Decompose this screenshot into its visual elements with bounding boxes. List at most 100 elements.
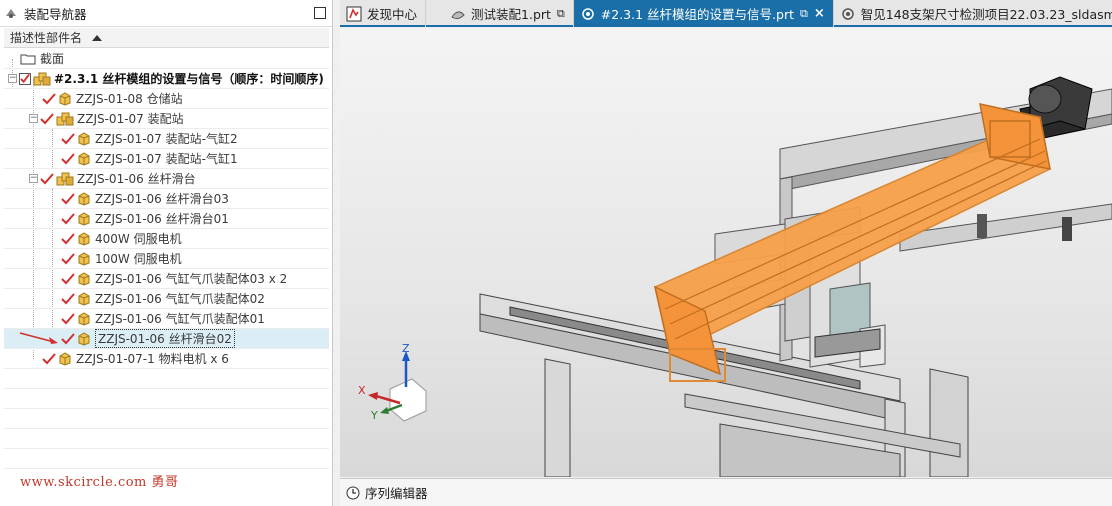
collapse-toggle[interactable]: − — [29, 114, 38, 123]
visibility-checkbox[interactable] — [19, 72, 31, 85]
part-icon — [77, 311, 91, 326]
tree-row-label: ZZJS-01-06 丝杆滑台01 — [95, 212, 229, 226]
sequence-editor-bar[interactable]: 序列编辑器 — [340, 478, 1112, 506]
tree-row-label: 400W 伺服电机 — [95, 232, 182, 246]
tree-row-label: ZZJS-01-07 装配站-气缸1 — [95, 152, 238, 166]
part-icon — [77, 291, 91, 306]
collapse-toggle[interactable]: − — [8, 74, 17, 83]
popout-icon[interactable]: ⧉ — [800, 7, 808, 21]
axis-label-y: Y — [371, 409, 378, 422]
tree-row-subassembly[interactable]: − ZZJS-01-06 丝杆滑台 — [4, 169, 329, 189]
part-file-icon — [450, 6, 466, 22]
tree-row-label: ZZJS-01-06 丝杆滑台02 — [95, 329, 235, 348]
tab-test-assembly[interactable]: 测试装配1.prt ⧉ — [426, 0, 574, 27]
tree-row-label: ZZJS-01-06 丝杆滑台03 — [95, 192, 229, 206]
tab-active-document[interactable]: #2.3.1 丝杆模组的设置与信号.prt ⧉ × — [573, 0, 834, 27]
tree-row-component[interactable]: ZZJS-01-07 装配站-气缸2 — [4, 129, 329, 149]
column-header-label: 描述性部件名 — [10, 31, 83, 45]
tab-label: 发现中心 — [367, 7, 418, 22]
empty-row — [4, 369, 329, 389]
check-icon[interactable] — [40, 172, 54, 186]
tree-row-component[interactable]: ZZJS-01-06 丝杆滑台01 — [4, 209, 329, 229]
check-icon[interactable] — [61, 332, 75, 346]
sort-ascending-icon — [92, 34, 103, 41]
tree-row-label: 100W 伺服电机 — [95, 252, 182, 266]
tree-row-label: ZZJS-01-06 丝杆滑台 — [77, 172, 196, 186]
empty-row — [4, 389, 329, 409]
check-icon[interactable] — [61, 252, 75, 266]
check-icon[interactable] — [61, 292, 75, 306]
assembly-icon — [33, 72, 51, 86]
tree-row-label: 截面 — [40, 52, 65, 66]
assembly-navigator-icon — [4, 6, 18, 20]
assembly-icon — [56, 112, 74, 126]
watermark-text: www.skcircle.com 勇哥 — [20, 475, 179, 490]
axis-label-x: X — [358, 384, 366, 397]
tree-row-component[interactable]: 400W 伺服电机 — [4, 229, 329, 249]
graphics-viewport[interactable]: Z X Y — [340, 29, 1112, 477]
folder-icon — [20, 53, 36, 65]
tab-discovery-center[interactable]: 发现中心 — [340, 0, 427, 27]
part-icon — [77, 271, 91, 286]
part-icon — [77, 131, 91, 146]
check-icon[interactable] — [61, 132, 75, 146]
3d-model-render — [368, 76, 1112, 477]
part-icon — [77, 151, 91, 166]
maximize-icon[interactable] — [314, 7, 326, 19]
assembly-file-icon — [840, 6, 856, 22]
part-icon — [77, 211, 91, 226]
tree-row-component[interactable]: ZZJS-01-08 仓储站 — [4, 89, 329, 109]
tree-row-section[interactable]: 截面 — [4, 49, 329, 69]
empty-row — [4, 449, 329, 469]
part-icon — [77, 231, 91, 246]
collapse-toggle[interactable]: − — [29, 174, 38, 183]
tree-row-label: ZZJS-01-07-1 物料电机 x 6 — [76, 352, 229, 366]
assembly-tree: 截面 − #2.3.1 丝杆模组的设置与信号（顺序：时间顺序) ZZJS-01-… — [4, 49, 329, 469]
check-icon[interactable] — [42, 352, 56, 366]
tree-row-label: ZZJS-01-06 气缸气爪装配体02 — [95, 292, 265, 306]
tree-row-component[interactable]: ZZJS-01-06 丝杆滑台03 — [4, 189, 329, 209]
navigator-title-bar: 装配导航器 — [0, 0, 332, 27]
red-pointer-arrow-icon — [19, 332, 58, 344]
tree-row-subassembly[interactable]: − ZZJS-01-07 装配站 — [4, 109, 329, 129]
part-icon — [77, 251, 91, 266]
tree-row-label: ZZJS-01-07 装配站-气缸2 — [95, 132, 238, 146]
check-icon[interactable] — [61, 152, 75, 166]
check-icon[interactable] — [61, 212, 75, 226]
tree-row-component[interactable]: ZZJS-01-07-1 物料电机 x 6 — [4, 349, 329, 369]
sequence-editor-label: 序列编辑器 — [365, 486, 428, 501]
tree-row-component[interactable]: ZZJS-01-06 气缸气爪装配体02 — [4, 289, 329, 309]
tree-row-label: ZZJS-01-06 气缸气爪装配体03 x 2 — [95, 272, 288, 286]
empty-row — [4, 429, 329, 449]
tab-label: 智见148支架尺寸检测项目22.03.23_sldasm.prt — [860, 7, 1112, 22]
assembly-navigator-panel: 装配导航器 描述性部件名 截面 − #2.3.1 丝杆模组的设置与信号（顺序：时… — [0, 0, 333, 506]
check-icon[interactable] — [42, 92, 56, 106]
discovery-center-icon — [346, 6, 362, 22]
tree-row-label: #2.3.1 丝杆模组的设置与信号（顺序：时间顺序) — [54, 72, 324, 86]
tree-row-component[interactable]: ZZJS-01-07 装配站-气缸1 — [4, 149, 329, 169]
empty-row — [4, 409, 329, 429]
check-icon[interactable] — [61, 232, 75, 246]
tree-row-label: ZZJS-01-06 气缸气爪装配体01 — [95, 312, 265, 326]
tab-bracket-assembly[interactable]: 智见148支架尺寸检测项目22.03.23_sldasm.prt — [834, 0, 1112, 27]
check-icon[interactable] — [61, 312, 75, 326]
document-tab-bar: 发现中心 测试装配1.prt ⧉ #2.3.1 丝杆模组的设置与信号.prt ⧉… — [340, 0, 1112, 27]
popout-icon[interactable]: ⧉ — [557, 7, 565, 21]
tab-label: 测试装配1.prt — [471, 7, 551, 22]
tree-row-component[interactable]: ZZJS-01-06 气缸气爪装配体01 — [4, 309, 329, 329]
check-icon[interactable] — [40, 112, 54, 126]
clock-icon — [346, 486, 360, 500]
column-header[interactable]: 描述性部件名 — [4, 28, 329, 48]
navigator-title: 装配导航器 — [24, 6, 87, 22]
check-icon[interactable] — [61, 192, 75, 206]
assembly-icon — [56, 172, 74, 186]
close-icon[interactable]: × — [814, 6, 825, 21]
check-icon[interactable] — [61, 272, 75, 286]
tree-row-root-assembly[interactable]: − #2.3.1 丝杆模组的设置与信号（顺序：时间顺序) — [4, 69, 329, 89]
part-icon — [77, 191, 91, 206]
tree-row-component[interactable]: ZZJS-01-06 气缸气爪装配体03 x 2 — [4, 269, 329, 289]
part-icon — [77, 331, 91, 346]
tree-row-label: ZZJS-01-07 装配站 — [77, 112, 184, 126]
tree-row-component[interactable]: 100W 伺服电机 — [4, 249, 329, 269]
tab-label: #2.3.1 丝杆模组的设置与信号.prt — [600, 7, 794, 22]
